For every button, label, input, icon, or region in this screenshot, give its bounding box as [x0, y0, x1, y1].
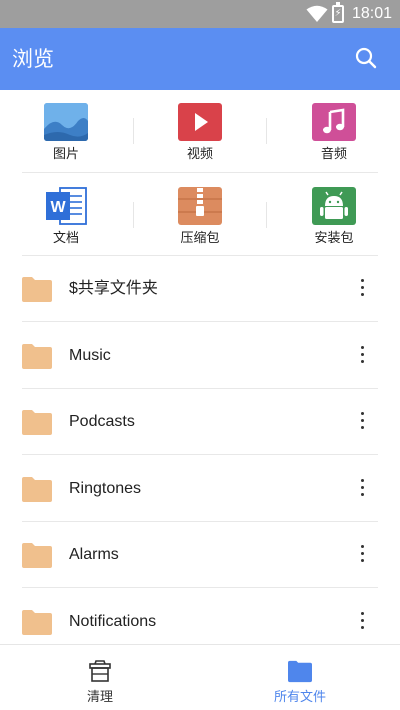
category-grid: 图片 视频 音频 W 文档 压缩包 安装包 — [0, 90, 400, 256]
category-label: 视频 — [186, 147, 213, 162]
category-apk[interactable]: 安装包 — [274, 174, 394, 254]
folder-name: Notifications — [69, 613, 157, 630]
divider — [22, 321, 378, 322]
status-bar: ⚡ 18:01 — [0, 0, 400, 28]
more-options-icon[interactable] — [352, 542, 372, 566]
word-document-icon: W — [44, 187, 88, 225]
zip-archive-icon — [178, 187, 222, 225]
list-item[interactable]: $共享文件夹 — [0, 256, 400, 322]
list-item[interactable]: Ringtones — [0, 456, 400, 522]
list-item[interactable]: Podcasts — [0, 389, 400, 455]
category-label: 音频 — [320, 147, 347, 162]
category-documents[interactable]: W 文档 — [6, 174, 126, 254]
category-label: 压缩包 — [180, 231, 220, 246]
page-title: 浏览 — [12, 47, 54, 71]
svg-text:W: W — [50, 199, 66, 216]
category-images[interactable]: 图片 — [6, 90, 126, 170]
music-icon — [312, 103, 356, 141]
folder-icon — [22, 410, 52, 435]
category-videos[interactable]: 视频 — [140, 90, 260, 170]
category-label: 安装包 — [314, 231, 354, 246]
more-options-icon[interactable] — [352, 276, 372, 300]
folder-icon — [288, 660, 312, 683]
folder-name: $共享文件夹 — [69, 280, 158, 297]
image-icon — [44, 103, 88, 141]
divider — [266, 202, 267, 228]
broom-basket-icon — [89, 660, 111, 682]
video-icon — [178, 103, 222, 141]
android-apk-icon — [312, 187, 356, 225]
wifi-icon — [306, 5, 328, 22]
divider — [22, 172, 378, 173]
folder-name: Podcasts — [69, 413, 135, 430]
more-options-icon[interactable] — [352, 476, 372, 500]
divider — [22, 587, 378, 588]
folder-icon — [22, 610, 52, 635]
divider — [133, 202, 134, 228]
folder-name: Ringtones — [69, 480, 142, 497]
list-item[interactable]: Music — [0, 323, 400, 389]
tab-label: 清理 — [86, 690, 113, 705]
category-audio[interactable]: 音频 — [274, 90, 394, 170]
folder-list: $共享文件夹 Music Podcasts Ringtones Alarms N… — [0, 256, 400, 644]
app-bar: 浏览 — [0, 28, 400, 90]
list-item[interactable]: Notifications — [0, 589, 400, 644]
tab-clean[interactable]: 清理 — [0, 645, 200, 710]
folder-icon — [22, 344, 52, 369]
battery-icon: ⚡ — [332, 2, 344, 23]
tab-label: 所有文件 — [273, 690, 326, 705]
category-label: 文档 — [52, 231, 79, 246]
folder-icon — [22, 477, 52, 502]
file-browser-screen: { "status_bar": { "time": "18:01" }, "ap… — [0, 0, 400, 710]
bottom-navigation: 清理 所有文件 — [0, 644, 400, 710]
more-options-icon[interactable] — [352, 609, 372, 633]
folder-name: Music — [69, 347, 111, 364]
divider — [22, 454, 378, 455]
folder-name: Alarms — [69, 546, 119, 563]
folder-icon — [22, 543, 52, 568]
folder-icon — [22, 277, 52, 302]
more-options-icon[interactable] — [352, 343, 372, 367]
divider — [133, 118, 134, 144]
search-icon[interactable] — [354, 46, 378, 70]
category-label: 图片 — [52, 147, 79, 162]
list-item[interactable]: Alarms — [0, 522, 400, 588]
divider — [266, 118, 267, 144]
category-archives[interactable]: 压缩包 — [140, 174, 260, 254]
more-options-icon[interactable] — [352, 409, 372, 433]
tab-all-files[interactable]: 所有文件 — [200, 645, 400, 710]
status-time: 18:01 — [352, 5, 393, 22]
